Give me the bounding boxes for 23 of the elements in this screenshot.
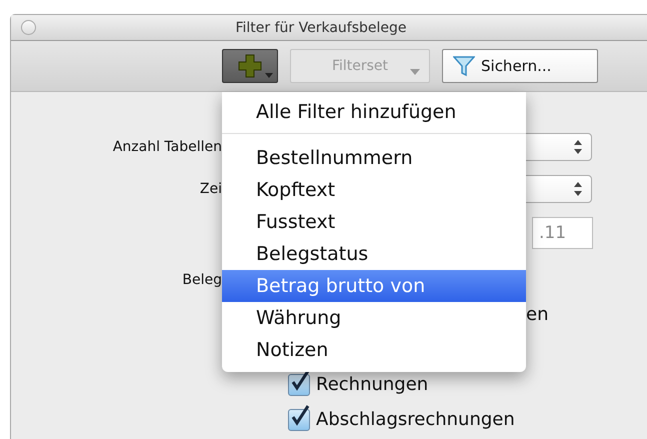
menu-item[interactable]: Alle Filter hinzufügen bbox=[222, 97, 526, 127]
menu-item[interactable]: Kopftext bbox=[222, 174, 526, 206]
form-label: Beleg bbox=[181, 272, 222, 288]
date-field[interactable]: .11 bbox=[532, 217, 593, 249]
menu-item[interactable]: Fusstext bbox=[222, 206, 526, 238]
form-label: Anzahl Tabellen bbox=[112, 139, 222, 155]
menu-item[interactable]: Bestellnummern bbox=[222, 142, 526, 174]
window-title: Filter für Verkaufsbelege bbox=[235, 20, 407, 36]
menu-item[interactable]: Betrag brutto von bbox=[222, 270, 526, 302]
filter-icon bbox=[453, 55, 475, 77]
stepper-arrows-icon bbox=[573, 181, 583, 197]
menu-item[interactable]: Belegstatus bbox=[222, 238, 526, 270]
checkbox-icon[interactable] bbox=[288, 374, 310, 396]
add-filter-button[interactable] bbox=[222, 49, 278, 83]
plus-icon bbox=[238, 54, 262, 78]
caret-icon bbox=[265, 73, 273, 78]
menu-item[interactable]: Notizen bbox=[222, 334, 526, 366]
save-button[interactable]: Sichern... bbox=[442, 49, 598, 83]
form-label: Zei bbox=[198, 181, 222, 197]
menu-item[interactable]: Währung bbox=[222, 302, 526, 334]
checkbox-label: en bbox=[526, 304, 548, 325]
stepper-arrows-icon bbox=[573, 139, 583, 155]
caret-icon bbox=[409, 68, 421, 76]
